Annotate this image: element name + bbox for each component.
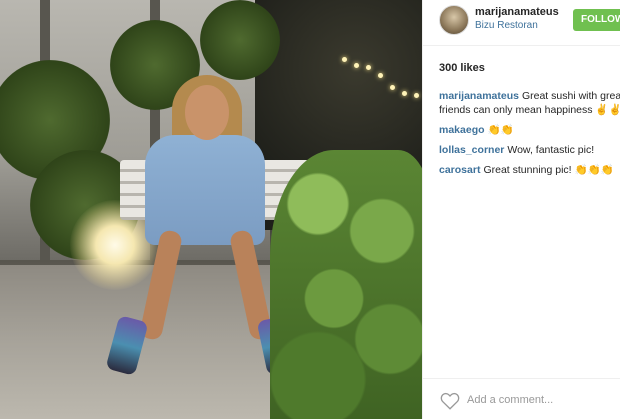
post-header: marijanamateus Bizu Restoran FOLLOW	[423, 0, 620, 46]
add-comment-input[interactable]: Add a comment...	[467, 394, 553, 406]
comment-text: Wow, fantastic pic!	[507, 144, 595, 156]
post-location[interactable]: Bizu Restoran	[475, 20, 538, 31]
comment-item: lollas_corner Wow, fantastic pic!	[439, 143, 620, 157]
comment-username[interactable]: lollas_corner	[439, 144, 504, 156]
comment-item: makaego 👏👏	[439, 123, 620, 137]
string-lights	[340, 55, 420, 105]
person-face	[185, 85, 229, 140]
green-bush	[270, 150, 422, 419]
post-username[interactable]: marijanamateus	[475, 6, 559, 18]
comment-username[interactable]: carosart	[439, 164, 480, 176]
post-sidebar: marijanamateus Bizu Restoran FOLLOW 300 …	[422, 0, 620, 419]
comment-text: 👏👏	[487, 124, 514, 136]
comment-item: marijanamateus Great sushi with great fri…	[439, 89, 620, 117]
comment-item: carosart Great stunning pic! 👏👏👏	[439, 163, 620, 177]
comment-bar: Add a comment...	[423, 378, 620, 420]
avatar[interactable]	[439, 5, 469, 35]
comment-text: Great stunning pic! 👏👏👏	[483, 164, 614, 176]
comment-list: marijanamateus Great sushi with great fri…	[439, 89, 620, 183]
person-shirt	[145, 135, 265, 245]
comment-username[interactable]: makaego	[439, 124, 485, 136]
post-photo[interactable]	[0, 0, 422, 419]
follow-button[interactable]: FOLLOW	[573, 9, 620, 31]
likes-count[interactable]: 300 likes	[439, 62, 485, 74]
comment-username[interactable]: marijanamateus	[439, 90, 519, 102]
heart-icon[interactable]	[440, 392, 460, 410]
ivy-foliage	[200, 0, 280, 80]
